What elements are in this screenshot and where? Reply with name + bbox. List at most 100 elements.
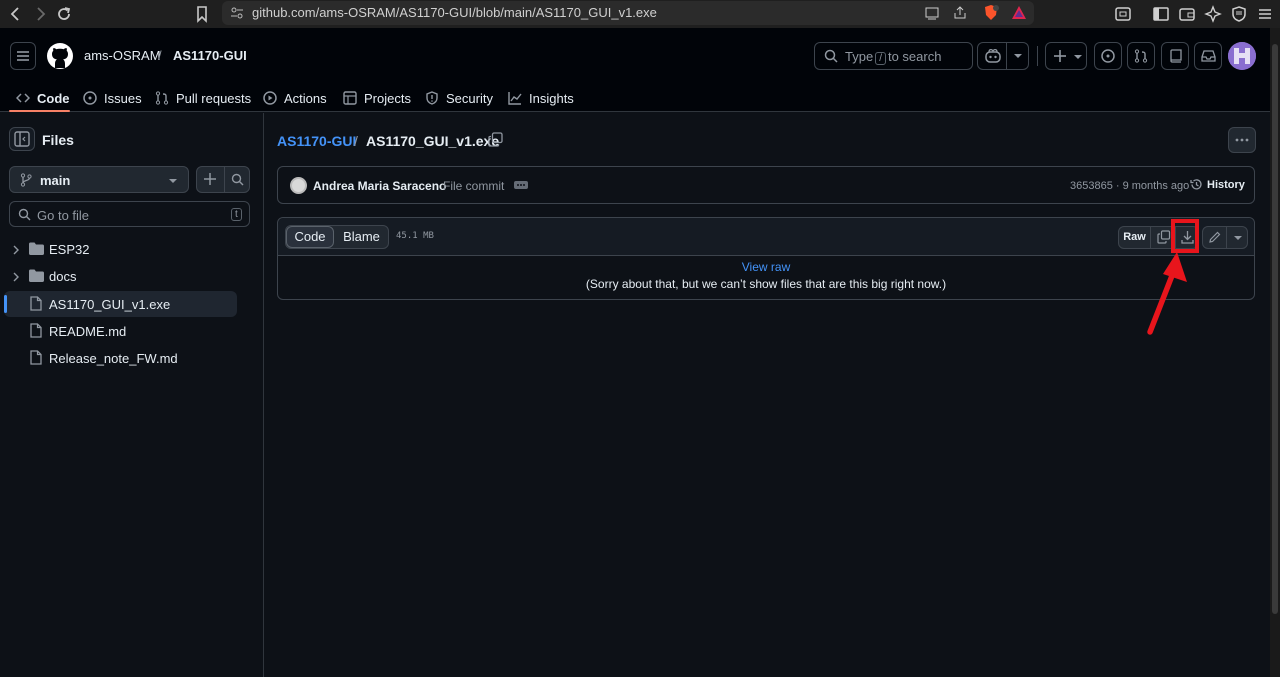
tree-item-readme[interactable]: README.md xyxy=(4,318,237,344)
tab-code[interactable]: Code xyxy=(16,84,70,112)
history-icon xyxy=(1190,179,1202,190)
tab-issues[interactable]: Issues xyxy=(83,84,142,112)
file-icon xyxy=(30,296,42,311)
folder-icon xyxy=(29,242,44,255)
sidebar-title: Files xyxy=(42,132,74,148)
repo-icon xyxy=(1169,49,1183,63)
issue-icon xyxy=(83,91,97,105)
screenshot-icon[interactable] xyxy=(1114,5,1132,23)
page-scrollbar[interactable] xyxy=(1270,28,1280,677)
commit-message-link[interactable]: File commit xyxy=(443,179,504,193)
view-raw-link[interactable]: View raw xyxy=(278,260,1254,274)
raw-button[interactable]: Raw xyxy=(1119,227,1151,248)
bookmark-icon[interactable] xyxy=(192,4,212,24)
tab-label: Projects xyxy=(364,90,411,106)
chevron-right-icon[interactable] xyxy=(12,272,20,282)
scrollbar-thumb[interactable] xyxy=(1272,44,1278,614)
repositories-button[interactable] xyxy=(1161,42,1189,70)
edit-options-dropdown[interactable] xyxy=(1228,227,1248,248)
active-item-indicator xyxy=(4,295,7,313)
go-to-file-shortcut-key: t xyxy=(231,208,242,221)
repo-name-link[interactable]: AS1170-GUI xyxy=(173,48,247,63)
add-file-button[interactable] xyxy=(197,167,224,192)
collapse-sidebar-button[interactable] xyxy=(9,127,35,151)
copilot-icon xyxy=(984,48,1002,64)
brave-shields-icon[interactable] xyxy=(982,4,1000,22)
tab-label: Insights xyxy=(529,90,574,106)
table-icon xyxy=(343,91,357,105)
file-tree-sidebar: Files main Go to file t ESP32 docs AS117… xyxy=(0,113,264,677)
tree-item-label: docs xyxy=(49,269,77,284)
tab-pull-requests[interactable]: Pull requests xyxy=(155,84,251,112)
play-icon xyxy=(263,91,277,105)
menu-button[interactable] xyxy=(10,42,36,70)
sidebar-collapse-icon xyxy=(14,131,30,147)
create-new-button[interactable] xyxy=(1045,42,1087,70)
history-button[interactable]: History xyxy=(1190,178,1245,191)
back-icon[interactable] xyxy=(6,4,26,24)
commit-author-link[interactable]: Andrea Maria Saraceno xyxy=(313,179,446,193)
inbox-button[interactable] xyxy=(1194,42,1222,70)
tab-projects[interactable]: Projects xyxy=(343,84,411,112)
browser-menu-icon[interactable] xyxy=(1256,5,1274,23)
sidebar-toggle-icon[interactable] xyxy=(1152,5,1170,23)
tab-label: Actions xyxy=(284,90,327,106)
inbox-icon xyxy=(1201,49,1216,63)
author-avatar[interactable] xyxy=(290,177,307,194)
repo-owner-link[interactable]: ams-OSRAM xyxy=(84,48,161,63)
tab-label: Issues xyxy=(104,90,142,106)
forward-icon[interactable] xyxy=(30,4,50,24)
cast-icon[interactable] xyxy=(924,5,940,21)
tree-item-release-note[interactable]: Release_note_FW.md xyxy=(4,345,237,371)
tab-actions[interactable]: Actions xyxy=(263,84,327,112)
search-icon xyxy=(231,173,244,186)
header-divider xyxy=(1037,46,1038,66)
go-to-file-input[interactable]: Go to file t xyxy=(9,201,250,227)
tab-insights[interactable]: Insights xyxy=(508,84,574,112)
code-view-button[interactable]: Code xyxy=(286,226,334,248)
leo-ai-icon[interactable] xyxy=(1204,5,1222,23)
kebab-horizontal-icon xyxy=(1235,138,1249,142)
commit-details-toggle[interactable] xyxy=(514,181,528,189)
commit-sha-and-time[interactable]: 3653865 · 9 months ago xyxy=(1070,180,1189,192)
wallet-icon[interactable] xyxy=(1178,5,1196,23)
file-icon xyxy=(30,350,42,365)
pull-requests-button[interactable] xyxy=(1127,42,1155,70)
search-files-button[interactable] xyxy=(225,167,250,192)
vpn-shield-icon[interactable] xyxy=(1230,5,1248,23)
github-header: ams-OSRAM / AS1170-GUI Type/to search xyxy=(0,28,1280,112)
annotation-arrow-icon xyxy=(1147,252,1187,335)
pull-request-icon xyxy=(1134,49,1148,63)
issues-button[interactable] xyxy=(1094,42,1122,70)
address-bar[interactable]: github.com/ams-OSRAM/AS1170-GUI/blob/mai… xyxy=(222,1,1034,25)
file-viewer: Code Blame 45.1 MB Raw View raw (Sorry a… xyxy=(277,217,1255,300)
branch-selector[interactable]: main xyxy=(9,166,189,193)
file-size: 45.1 MB xyxy=(396,231,434,241)
brave-rewards-icon[interactable] xyxy=(1010,4,1028,22)
user-avatar[interactable] xyxy=(1228,42,1256,70)
github-logo-icon[interactable] xyxy=(46,42,74,70)
blame-view-button[interactable]: Blame xyxy=(334,226,389,248)
active-tab-indicator xyxy=(9,110,70,112)
search-placeholder: Type / to search xyxy=(845,49,942,65)
folder-icon xyxy=(29,269,44,282)
tree-item-docs[interactable]: docs xyxy=(4,263,237,289)
latest-commit-box: Andrea Maria Saraceno File commit 365386… xyxy=(277,166,1255,204)
page-title: AS1170_GUI_v1.exe xyxy=(366,133,500,149)
more-options-button[interactable] xyxy=(1228,127,1256,153)
view-mode-toggle: Code Blame xyxy=(285,225,389,249)
copy-path-icon[interactable] xyxy=(488,132,503,147)
search-input[interactable]: Type / to search xyxy=(814,42,973,70)
edit-file-button[interactable] xyxy=(1203,227,1227,248)
chevron-right-icon[interactable] xyxy=(12,245,20,255)
share-icon[interactable] xyxy=(952,5,968,21)
tab-security[interactable]: Security xyxy=(425,84,493,112)
breadcrumb-repo-link[interactable]: AS1170-GUI xyxy=(277,133,356,149)
copilot-button[interactable] xyxy=(977,42,1029,70)
tree-item-label: README.md xyxy=(49,324,127,339)
tree-item-as1170-gui-exe[interactable]: AS1170_GUI_v1.exe xyxy=(4,291,237,317)
site-info-icon[interactable] xyxy=(230,6,244,20)
tree-item-esp32[interactable]: ESP32 xyxy=(4,236,237,262)
browser-toolbar: github.com/ams-OSRAM/AS1170-GUI/blob/mai… xyxy=(0,0,1280,28)
reload-icon[interactable] xyxy=(54,4,74,24)
